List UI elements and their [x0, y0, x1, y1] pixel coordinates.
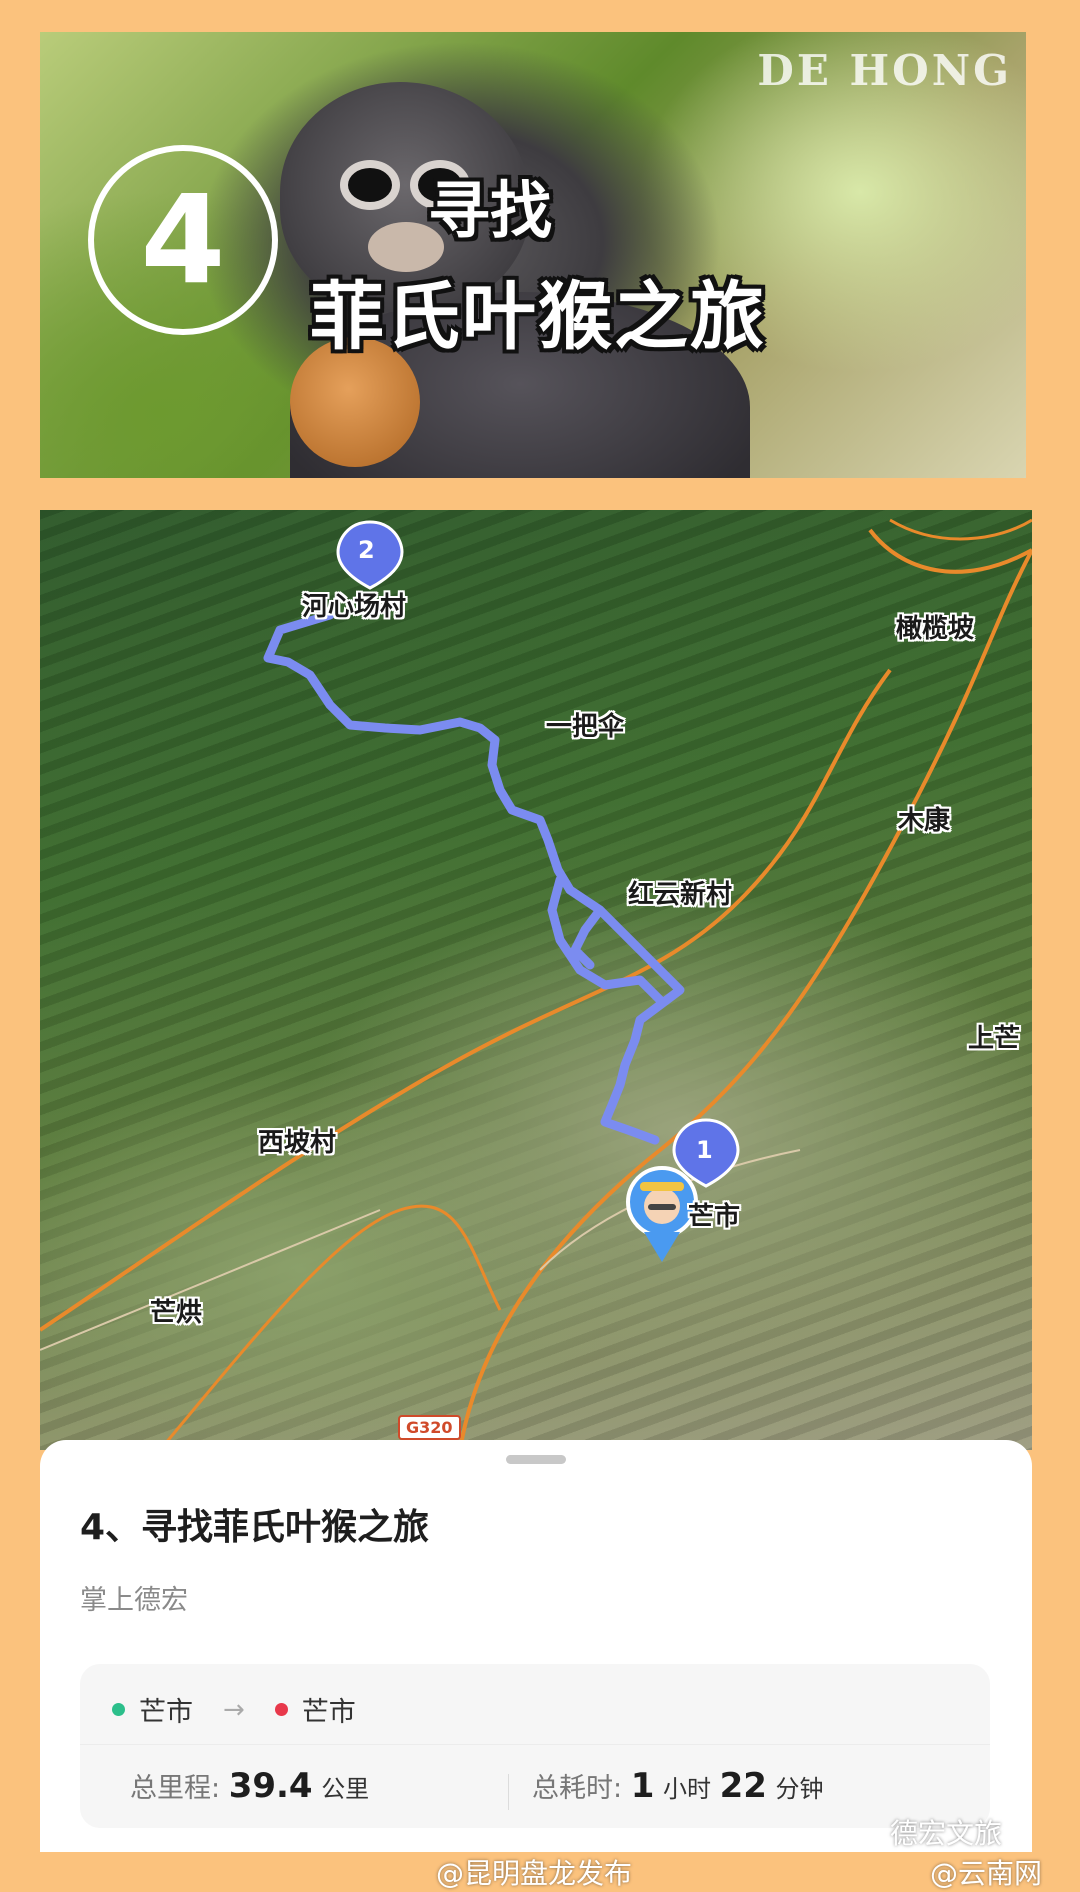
route-title: 4、寻找菲氏叶猴之旅 [80, 1507, 430, 1548]
start-dot-icon [112, 1703, 125, 1716]
road-badge-g320: G320 [398, 1415, 461, 1440]
route-map[interactable]: 2 1 河心场村 橄榄坡 一把伞 木康 红云新村 上芒 西坡村 芒烘 芒市 G3… [40, 510, 1032, 1450]
place-mukang: 木康 [898, 806, 951, 836]
place-hexinchang: 河心场村 [302, 592, 407, 622]
end-marker-number: 2 [358, 536, 375, 564]
banner-image: 4 寻找 菲氏叶猴之旅 DE HONG [40, 32, 1026, 478]
place-manghong: 芒烘 [150, 1298, 203, 1328]
place-shangmang: 上芒 [968, 1024, 1021, 1054]
place-ganlanpo: 橄榄坡 [896, 614, 975, 644]
start-marker-number: 1 [696, 1136, 713, 1164]
arrow-right-icon: → [223, 1694, 245, 1725]
route-source: 掌上德宏 [80, 1585, 188, 1616]
route-from: 芒市 [139, 1697, 193, 1728]
stat-separator [508, 1774, 509, 1810]
weibo-watermark: @昆明盘龙发布 [436, 1857, 633, 1890]
route-to: 芒市 [301, 1697, 356, 1728]
distance-unit: 公里 [321, 1775, 370, 1803]
divider [80, 1744, 990, 1745]
yunnan-watermark: @云南网 [930, 1857, 1043, 1890]
distance-label: 总里程: [130, 1773, 221, 1804]
banner-title-line1: 寻找 [427, 174, 552, 247]
total-time: 总耗时: 1 小时 22 分钟 [532, 1766, 823, 1806]
route-summary-card: 芒市 → 芒市 总里程: 39.4 公里 总耗时: 1 小时 22 分钟 [80, 1664, 990, 1828]
end-dot-icon [274, 1703, 288, 1716]
place-mangshi: 芒市 [688, 1202, 741, 1232]
place-xipo: 西坡村 [258, 1128, 337, 1158]
place-yibasan: 一把伞 [546, 712, 625, 742]
place-hongyun: 红云新村 [628, 880, 733, 910]
time-hours-unit: 小时 [662, 1775, 711, 1803]
user-location-pin[interactable] [626, 1166, 698, 1262]
sheet-drag-handle[interactable] [506, 1455, 566, 1464]
time-minutes-unit: 分钟 [775, 1775, 824, 1803]
dehong-watermark: 德宏文旅 [890, 1817, 1003, 1850]
route-endpoints: 芒市 → 芒市 [112, 1690, 356, 1729]
banner-title-line2: 菲氏叶猴之旅 [310, 274, 766, 360]
route-number-badge: 4 [88, 145, 278, 335]
banner-watermark: DE HONG [757, 46, 1012, 95]
time-label: 总耗时: [532, 1773, 623, 1804]
time-minutes: 22 [719, 1766, 767, 1806]
route-info-sheet: 4、寻找菲氏叶猴之旅 掌上德宏 芒市 → 芒市 总里程: 39.4 公里 总耗时… [40, 1440, 1032, 1852]
time-hours: 1 [630, 1766, 655, 1806]
total-distance: 总里程: 39.4 公里 [130, 1766, 369, 1806]
distance-value: 39.4 [228, 1766, 313, 1806]
